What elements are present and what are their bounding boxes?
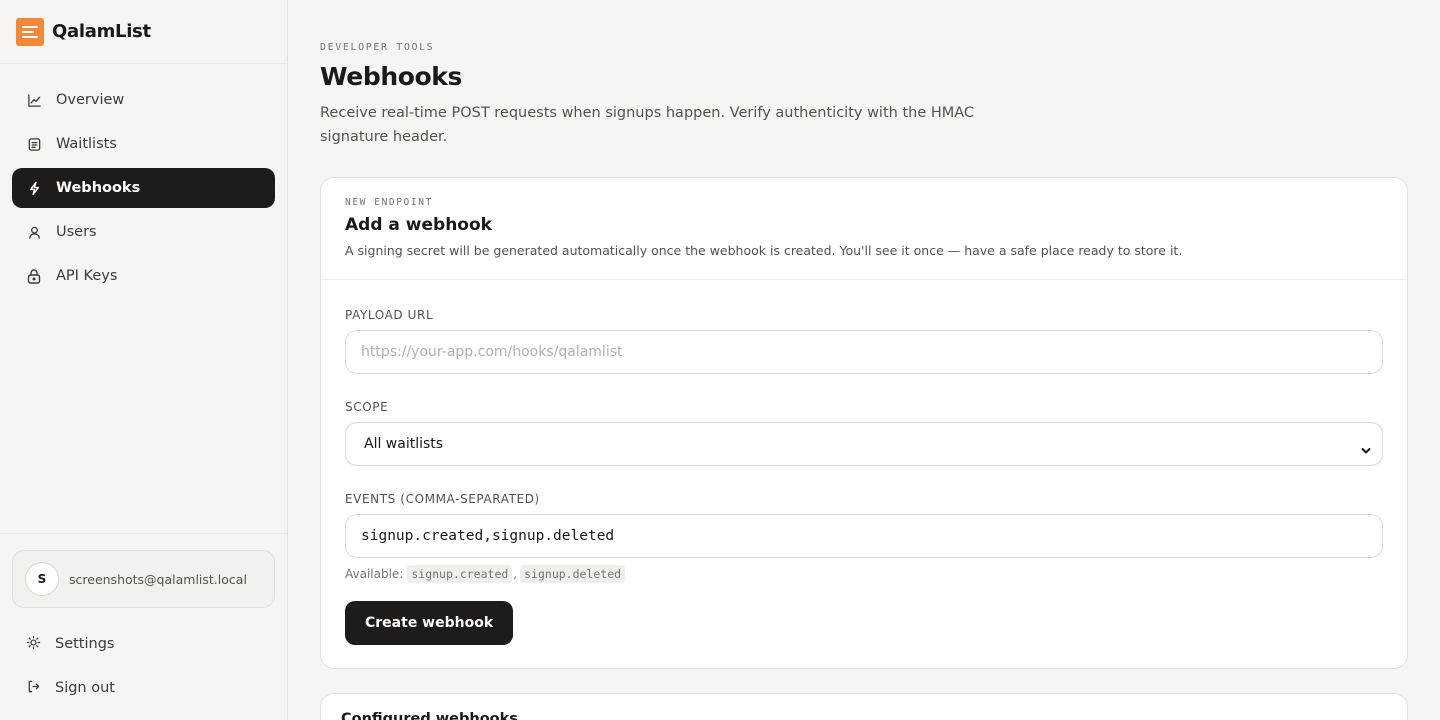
sidebar-item-label: Overview: [56, 92, 125, 108]
sidebar-item-overview[interactable]: Overview: [12, 80, 275, 120]
bolt-icon: [26, 180, 42, 196]
scope-select[interactable]: All waitlists: [345, 422, 1383, 466]
page-title: Webhooks: [320, 62, 462, 91]
payload-url-input[interactable]: [345, 330, 1383, 374]
page-description: Receive real-time POST requests when sig…: [320, 105, 975, 145]
event-separator: ,: [513, 567, 518, 581]
sidebar-item-users[interactable]: Users: [12, 212, 275, 252]
user-card[interactable]: S screenshots@qalamlist.local: [12, 550, 275, 608]
sign-out-icon: [26, 679, 41, 698]
settings-link[interactable]: Settings: [12, 624, 275, 664]
user-icon: [26, 224, 42, 240]
events-input[interactable]: [345, 514, 1383, 558]
available-label: Available:: [345, 567, 404, 581]
page-eyebrow: DEVELOPER TOOLS: [320, 42, 435, 53]
sign-out-label: Sign out: [55, 680, 115, 696]
settings-label: Settings: [55, 636, 115, 652]
create-webhook-button[interactable]: Create webhook: [345, 601, 514, 645]
lock-icon: [26, 268, 42, 284]
card-title: Add a webhook: [345, 215, 492, 235]
add-webhook-card: NEW ENDPOINT Add a webhook A signing sec…: [320, 177, 1408, 669]
sidebar-item-label: API Keys: [56, 268, 118, 284]
events-label: EVENTS (COMMA-SEPARATED): [345, 492, 540, 506]
card-header: NEW ENDPOINT Add a webhook A signing sec…: [321, 178, 1407, 280]
sidebar-nav: Overview Waitlists Webhooks Users API Ke…: [0, 64, 287, 296]
sign-out-link[interactable]: Sign out: [12, 668, 275, 708]
sun-icon: [26, 635, 41, 654]
scope-label: SCOPE: [345, 400, 389, 414]
event-code: signup.deleted: [520, 565, 626, 583]
list-icon: [26, 136, 42, 152]
configured-webhooks-title: Configured webhooks: [341, 711, 518, 720]
configured-webhooks-card: Configured webhooks: [320, 693, 1408, 720]
logo-icon: [16, 17, 44, 46]
sidebar-footer: S screenshots@qalamlist.local Settings S…: [0, 533, 287, 720]
brand-name: QalamList: [52, 21, 151, 42]
sidebar-item-label: Webhooks: [56, 180, 141, 196]
sidebar: QalamList Overview Waitlists Webhooks Us…: [0, 0, 288, 720]
sidebar-item-label: Users: [56, 224, 97, 240]
chart-line-icon: [26, 92, 42, 108]
sidebar-item-api-keys[interactable]: API Keys: [12, 256, 275, 296]
scope-select-wrap: All waitlists: [345, 422, 1383, 466]
sidebar-item-waitlists[interactable]: Waitlists: [12, 124, 275, 164]
avatar: S: [25, 562, 59, 596]
card-eyebrow: NEW ENDPOINT: [345, 197, 433, 208]
event-code: signup.created: [407, 565, 513, 583]
user-email: screenshots@qalamlist.local: [69, 571, 247, 587]
webhook-form: PAYLOAD URL SCOPE All waitlists EVENTS (…: [321, 280, 1407, 645]
brand[interactable]: QalamList: [0, 0, 287, 64]
sidebar-item-label: Waitlists: [56, 136, 117, 152]
sidebar-item-webhooks[interactable]: Webhooks: [12, 168, 275, 208]
main-content: DEVELOPER TOOLS Webhooks Receive real-ti…: [288, 0, 1440, 720]
payload-url-label: PAYLOAD URL: [345, 308, 434, 322]
card-description: A signing secret will be generated autom…: [345, 243, 1183, 258]
available-events: Available: signup.created , signup.delet…: [345, 565, 1383, 583]
